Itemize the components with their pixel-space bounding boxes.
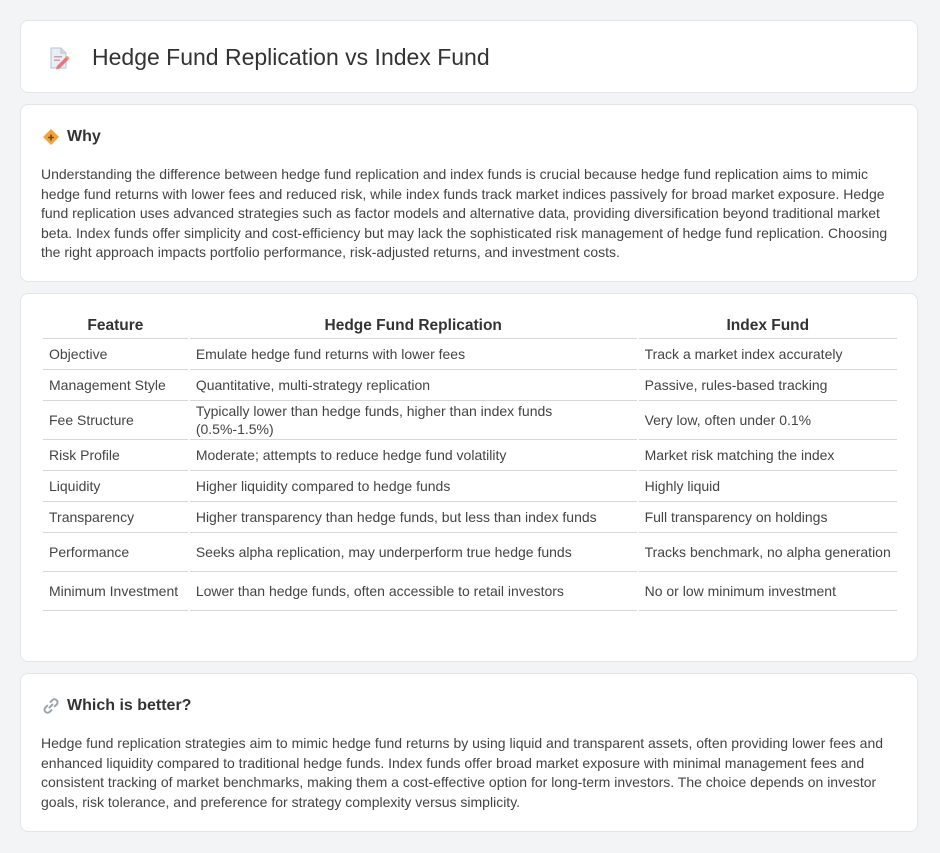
page-title: Hedge Fund Replication vs Index Fund <box>92 44 490 70</box>
document-pencil-icon <box>47 46 71 75</box>
feature-cell: Risk Profile <box>43 440 188 471</box>
feature-cell: Fee Structure <box>43 401 188 440</box>
hedge-fund-replication-cell: Higher liquidity compared to hedge funds <box>189 471 637 502</box>
feature-cell: Management Style <box>43 370 188 401</box>
index-fund-cell: Full transparency on holdings <box>638 502 897 533</box>
comparison-table: Feature Hedge Fund Replication Index Fun… <box>41 315 899 611</box>
table-row: Performance Seeks alpha replication, may… <box>43 533 897 572</box>
table-header-row: Feature Hedge Fund Replication Index Fun… <box>43 315 897 339</box>
which-is-better-section: Which is better? Hedge fund replication … <box>20 673 918 832</box>
index-fund-cell: Tracks benchmark, no alpha generation <box>638 533 897 572</box>
table-row: Liquidity Higher liquidity compared to h… <box>43 471 897 502</box>
hedge-fund-replication-cell: Typically lower than hedge funds, higher… <box>189 401 637 440</box>
hedge-fund-replication-cell: Quantitative, multi-strategy replication <box>189 370 637 401</box>
feature-cell: Liquidity <box>43 471 188 502</box>
comparison-section: Feature Hedge Fund Replication Index Fun… <box>20 293 918 662</box>
table-row: Fee Structure Typically lower than hedge… <box>43 401 897 440</box>
table-row: Transparency Higher transparency than he… <box>43 502 897 533</box>
which-is-better-text: Hedge fund replication strategies aim to… <box>41 735 884 810</box>
header-card: Hedge Fund Replication vs Index Fund <box>20 20 918 93</box>
which-is-better-heading: Which is better? <box>67 697 192 714</box>
hedge-fund-replication-cell: Seeks alpha replication, may underperfor… <box>189 533 637 572</box>
index-fund-cell: No or low minimum investment <box>638 572 897 611</box>
link-icon <box>42 697 60 720</box>
hedge-fund-replication-cell: Lower than hedge funds, often accessible… <box>189 572 637 611</box>
hedge-fund-replication-cell: Emulate hedge fund returns with lower fe… <box>189 339 637 370</box>
column-header-index-fund: Index Fund <box>638 315 897 339</box>
why-section: Why Understanding the difference between… <box>20 104 918 282</box>
table-row: Risk Profile Moderate; attempts to reduc… <box>43 440 897 471</box>
table-row: Management Style Quantitative, multi-str… <box>43 370 897 401</box>
why-heading: Why <box>67 128 101 145</box>
feature-cell: Minimum Investment <box>43 572 188 611</box>
column-header-hedge-fund-replication: Hedge Fund Replication <box>189 315 637 339</box>
index-fund-cell: Very low, often under 0.1% <box>638 401 897 440</box>
why-text: Understanding the difference between hed… <box>41 166 888 260</box>
column-header-feature: Feature <box>43 315 188 339</box>
diamond-sign-icon <box>42 128 60 151</box>
index-fund-cell: Highly liquid <box>638 471 897 502</box>
table-row: Objective Emulate hedge fund returns wit… <box>43 339 897 370</box>
table-row: Minimum Investment Lower than hedge fund… <box>43 572 897 611</box>
index-fund-cell: Market risk matching the index <box>638 440 897 471</box>
feature-cell: Performance <box>43 533 188 572</box>
feature-cell: Objective <box>43 339 188 370</box>
index-fund-cell: Track a market index accurately <box>638 339 897 370</box>
hedge-fund-replication-cell: Moderate; attempts to reduce hedge fund … <box>189 440 637 471</box>
index-fund-cell: Passive, rules-based tracking <box>638 370 897 401</box>
hedge-fund-replication-cell: Higher transparency than hedge funds, bu… <box>189 502 637 533</box>
feature-cell: Transparency <box>43 502 188 533</box>
